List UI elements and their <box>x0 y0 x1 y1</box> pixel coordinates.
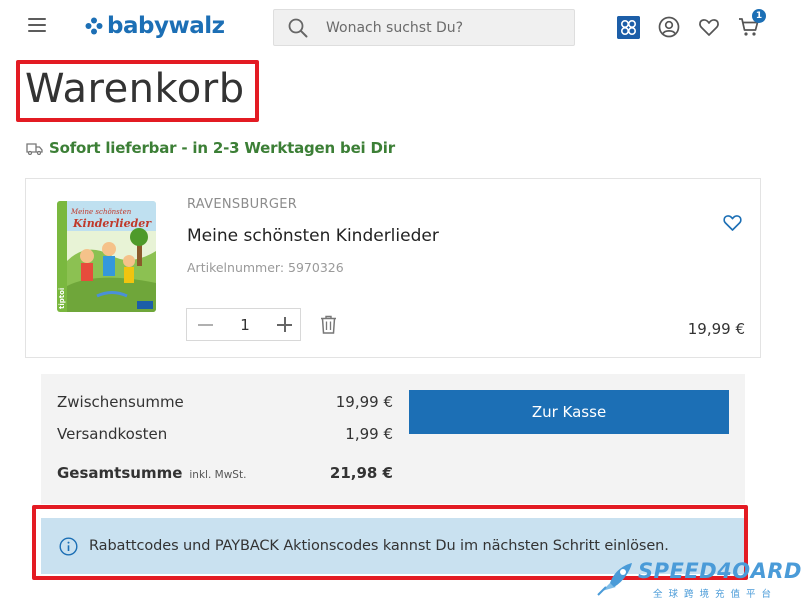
shipping-label: Versandkosten <box>57 425 168 443</box>
cart-item-card: Meine schönsten Kinderlieder tiptoi RAVE… <box>25 178 761 358</box>
shipping-value: 1,99 € <box>345 425 393 443</box>
total-label: Gesamtsumme <box>57 464 183 482</box>
watermark-tagline: 全球跨境充值平台 <box>653 589 778 600</box>
search-icon[interactable] <box>287 17 309 39</box>
item-price: 19,99 € <box>687 320 745 338</box>
product-image[interactable]: Meine schönsten Kinderlieder tiptoi <box>57 201 156 312</box>
product-brand: RAVENSBURGER <box>187 197 298 212</box>
watermark-brand: SPEED4OARD <box>638 559 802 583</box>
quantity-stepper <box>186 308 301 341</box>
subtotal-row: Zwischensumme 19,99 € <box>57 393 393 411</box>
delivery-info: Sofort lieferbar - in 2-3 Werktagen bei … <box>26 139 395 157</box>
shipping-row: Versandkosten 1,99 € <box>57 425 393 443</box>
account-icon[interactable] <box>657 15 681 39</box>
search-input[interactable] <box>326 19 566 36</box>
quantity-input[interactable] <box>230 315 260 334</box>
babywalz-logo[interactable]: babywalz <box>84 11 225 41</box>
cover-title-line1: Meine schönsten <box>70 208 132 216</box>
watermark-logo: SPEED4OARD 全球跨境充值平台 <box>596 559 802 601</box>
increase-quantity-button[interactable] <box>276 316 293 333</box>
search-bar[interactable] <box>273 9 575 46</box>
hamburger-menu-icon[interactable] <box>28 18 46 32</box>
total-row: Gesamtsumme inkl. MwSt. 21,98 € <box>57 464 393 482</box>
cart-count-badge: 1 <box>752 9 766 23</box>
tiptoi-logo: tiptoi <box>58 288 66 309</box>
decrease-quantity-button[interactable] <box>197 316 214 333</box>
cover-title-line2: Kinderlieder <box>72 217 152 230</box>
article-number: Artikelnummer: 5970326 <box>187 260 344 275</box>
heart-icon[interactable] <box>722 212 743 232</box>
subtotal-label: Zwischensumme <box>57 393 184 411</box>
rocket-icon <box>597 563 632 596</box>
delivery-text: Sofort lieferbar - in 2-3 Werktagen bei … <box>49 139 395 157</box>
truck-icon <box>26 142 43 155</box>
trash-icon[interactable] <box>320 315 337 334</box>
subtotal-value: 19,99 € <box>335 393 393 411</box>
heart-icon[interactable] <box>697 15 721 39</box>
logo-text: babywalz <box>107 13 225 39</box>
checkout-button[interactable]: Zur Kasse <box>409 390 729 434</box>
app-grid-icon[interactable] <box>617 16 640 39</box>
vat-note: inkl. MwSt. <box>189 469 247 481</box>
total-value: 21,98 € <box>329 464 393 482</box>
product-name[interactable]: Meine schönsten Kinderlieder <box>187 226 439 246</box>
title-highlight-box <box>16 60 259 122</box>
logo-flower-icon <box>85 17 103 35</box>
order-summary: Zwischensumme 19,99 € Versandkosten 1,99… <box>41 374 745 504</box>
